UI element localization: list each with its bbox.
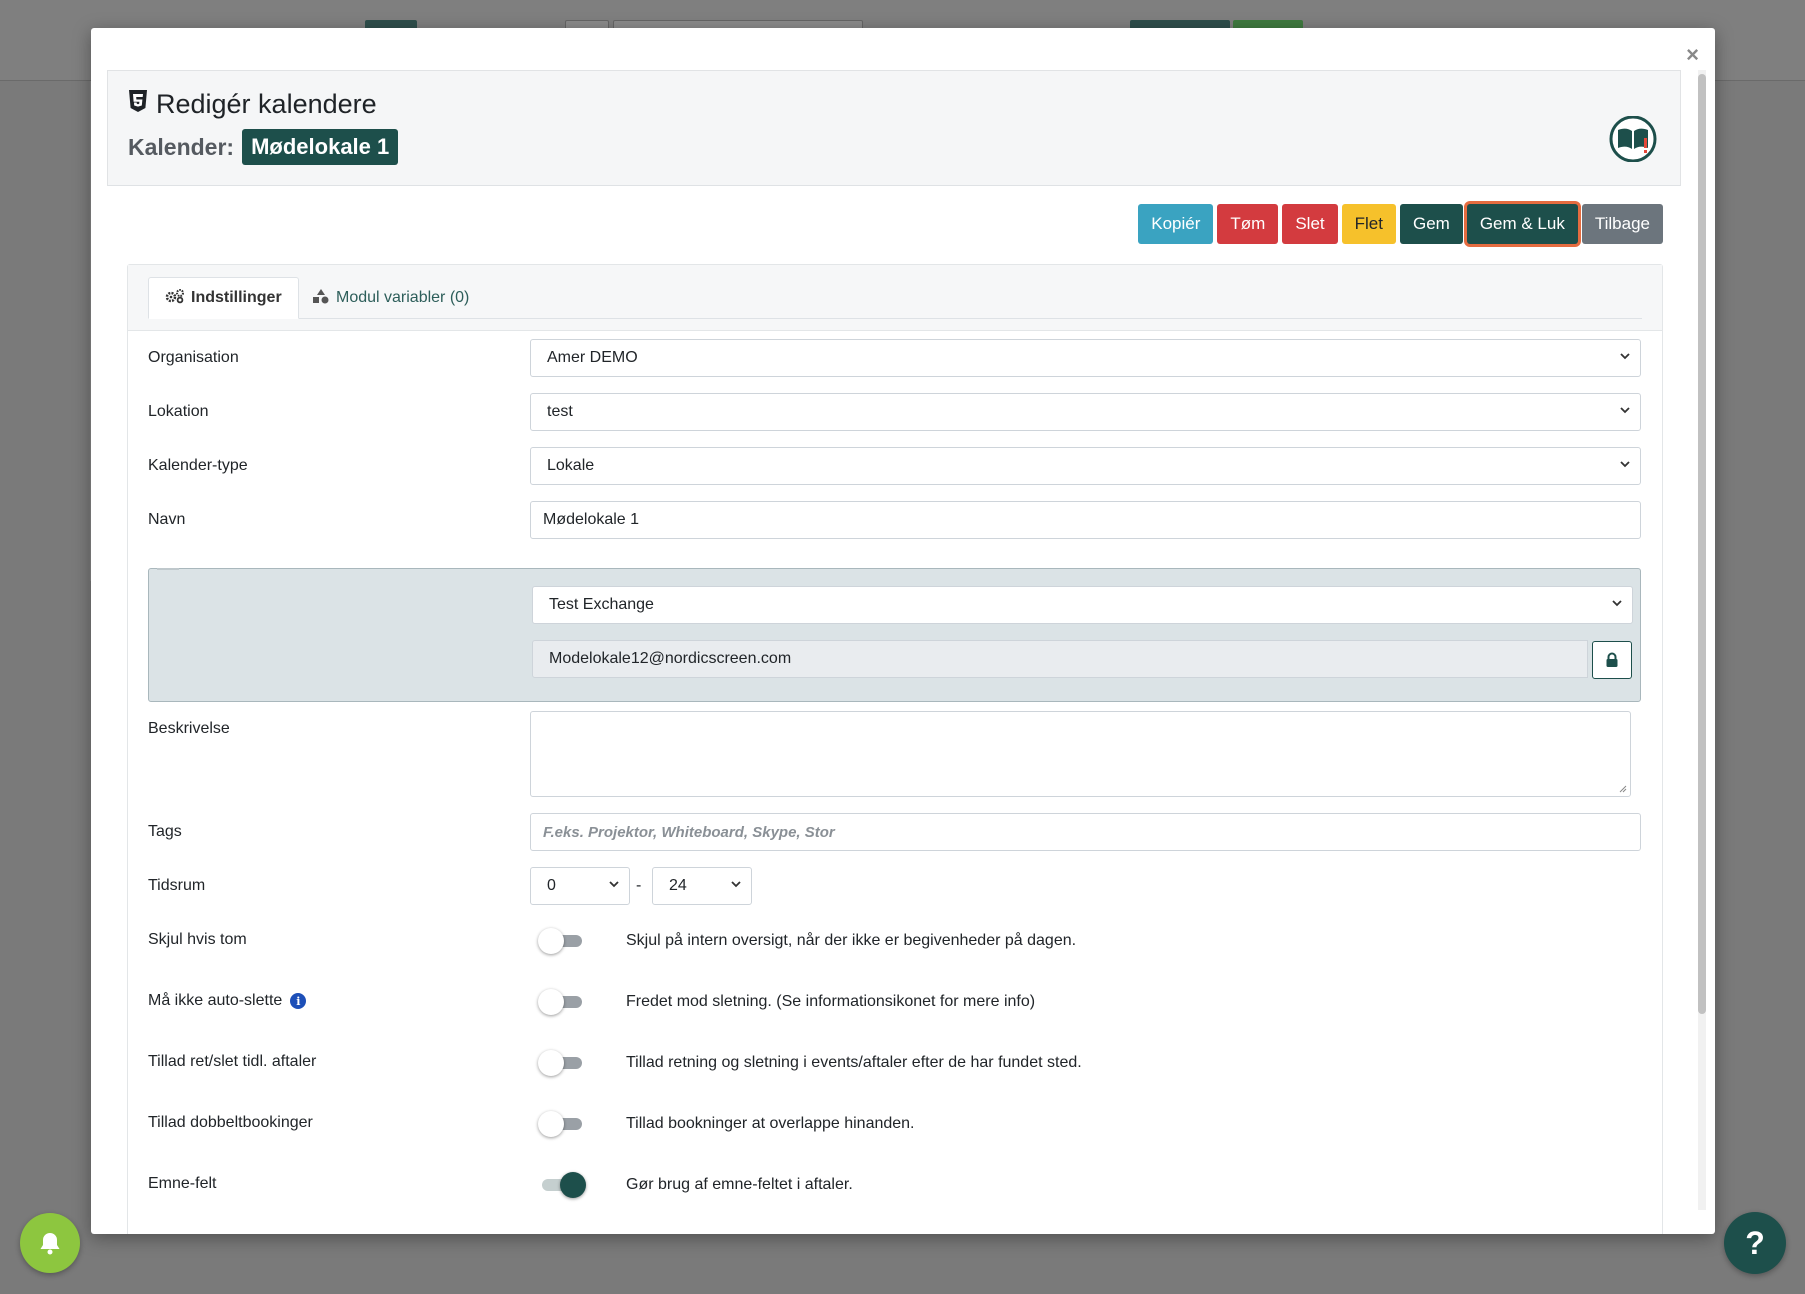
edit-calendar-modal: × Redigér kalendere Kalender: Mødelokale… <box>91 28 1715 1234</box>
copy-button[interactable]: Kopiér <box>1138 204 1214 244</box>
allow-edit-past-toggle[interactable] <box>538 1050 584 1076</box>
tags-input[interactable]: F.eks. Projektor, Whiteboard, Skype, Sto… <box>530 813 1641 851</box>
location-value: test <box>547 403 573 420</box>
time-to-value: 24 <box>669 877 687 894</box>
no-auto-delete-label-text: Må ikke auto-slette <box>148 992 283 1009</box>
tab-module-variables-label: Modul variabler (0) <box>336 289 470 306</box>
calendar-type-value: Lokale <box>547 457 595 474</box>
calendar-name-badge: Mødelokale 1 <box>242 129 399 165</box>
hide-if-empty-description: Skjul på intern oversigt, når der ikke e… <box>626 932 1077 949</box>
chevron-down-icon <box>1620 407 1630 414</box>
bell-icon <box>40 1233 60 1255</box>
exchange-email-field[interactable]: Modelokale12@nordicscreen.com <box>532 640 1588 678</box>
description-textarea[interactable] <box>530 711 1631 797</box>
allow-edit-past-label: Tillad ret/slet tidl. aftaler <box>148 1053 317 1070</box>
name-value: Mødelokale 1 <box>543 511 640 528</box>
calendar-label: Kalender: <box>128 133 235 160</box>
subject-field-label: Emne-felt <box>148 1175 217 1192</box>
scrollbar-thumb[interactable] <box>1698 74 1706 1014</box>
book-alert-icon[interactable] <box>1608 115 1658 163</box>
chevron-down-icon <box>609 881 619 888</box>
name-label: Navn <box>148 511 186 528</box>
calendar-type-select[interactable]: Lokale <box>530 447 1641 485</box>
page-title: Redigér kalendere <box>128 89 377 120</box>
hide-if-empty-toggle[interactable] <box>538 928 584 954</box>
save-button[interactable]: Gem <box>1399 204 1463 244</box>
time-range-label: Tidsrum <box>148 877 206 894</box>
page-title-text: Redigér kalendere <box>156 89 377 119</box>
notifications-button[interactable] <box>20 1213 80 1273</box>
time-from-select[interactable]: 0 <box>530 867 630 905</box>
tab-settings-label: Indstillinger <box>191 289 282 306</box>
exchange-integration-box: Test Exchange Modelokale12@nordicscreen.… <box>148 568 1641 702</box>
allow-double-booking-toggle[interactable] <box>538 1111 584 1137</box>
time-range-separator: - <box>636 877 642 894</box>
chevron-down-icon <box>731 881 741 888</box>
back-button[interactable]: Tilbage <box>1581 204 1663 244</box>
location-select[interactable]: test <box>530 393 1641 431</box>
cogs-icon <box>165 288 185 309</box>
settings-card: Indstillinger Modul variabler (0) Organi… <box>127 264 1663 1234</box>
time-from-value: 0 <box>547 877 556 894</box>
html5-shield-icon <box>128 89 148 120</box>
exchange-box-tab <box>157 568 179 570</box>
subject-field-toggle[interactable] <box>538 1172 586 1198</box>
no-auto-delete-description: Fredet mod sletning. (Se informationsiko… <box>626 993 1036 1010</box>
exchange-email-value: Modelokale12@nordicscreen.com <box>549 650 792 667</box>
organisation-select[interactable]: Amer DEMO <box>530 339 1641 377</box>
lock-icon <box>1606 652 1618 667</box>
shapes-icon <box>312 288 330 309</box>
time-to-select[interactable]: 24 <box>652 867 752 905</box>
info-icon[interactable]: i <box>290 993 307 1009</box>
chevron-down-icon <box>1620 353 1630 360</box>
description-label: Beskrivelse <box>148 720 230 737</box>
tags-label: Tags <box>148 823 182 840</box>
calendar-subtitle: Kalender: Mødelokale 1 <box>128 129 399 165</box>
empty-button[interactable]: Tøm <box>1217 204 1279 244</box>
tab-settings[interactable]: Indstillinger <box>148 277 299 319</box>
hide-if-empty-label: Skjul hvis tom <box>148 931 247 948</box>
organisation-value: Amer DEMO <box>547 349 638 366</box>
help-button[interactable]: ? <box>1724 1212 1786 1274</box>
lock-button[interactable] <box>1592 641 1632 679</box>
no-auto-delete-toggle[interactable] <box>538 989 584 1015</box>
modal-header: Redigér kalendere Kalender: Mødelokale 1 <box>107 70 1681 186</box>
resize-handle-icon[interactable] <box>1619 785 1627 793</box>
calendar-type-label: Kalender-type <box>148 457 248 474</box>
tab-bar: Indstillinger Modul variabler (0) <box>128 265 1662 331</box>
allow-double-booking-label: Tillad dobbeltbookinger <box>148 1114 313 1131</box>
tab-module-variables[interactable]: Modul variabler (0) <box>296 277 485 319</box>
delete-button[interactable]: Slet <box>1282 204 1338 244</box>
exchange-provider-value: Test Exchange <box>549 596 654 613</box>
chevron-down-icon <box>1620 461 1630 468</box>
exchange-provider-select[interactable]: Test Exchange <box>532 586 1633 624</box>
organisation-label: Organisation <box>148 349 239 366</box>
chevron-down-icon <box>1612 600 1622 607</box>
name-input[interactable]: Mødelokale 1 <box>530 501 1641 539</box>
save-and-close-button[interactable]: Gem & Luk <box>1466 204 1578 244</box>
no-auto-delete-label: Må ikke auto-slette i <box>148 992 307 1010</box>
allow-edit-past-description: Tillad retning og sletning i events/afta… <box>626 1054 1082 1071</box>
location-label: Lokation <box>148 403 209 420</box>
close-icon[interactable]: × <box>1686 44 1699 66</box>
tags-placeholder: F.eks. Projektor, Whiteboard, Skype, Sto… <box>543 823 835 841</box>
merge-button[interactable]: Flet <box>1341 204 1396 244</box>
allow-double-booking-description: Tillad bookninger at overlappe hinanden. <box>626 1115 915 1132</box>
subject-field-description: Gør brug af emne-feltet i aftaler. <box>626 1176 853 1193</box>
action-toolbar: Kopiér Tøm Slet Flet Gem Gem & Luk Tilba… <box>1138 204 1663 244</box>
